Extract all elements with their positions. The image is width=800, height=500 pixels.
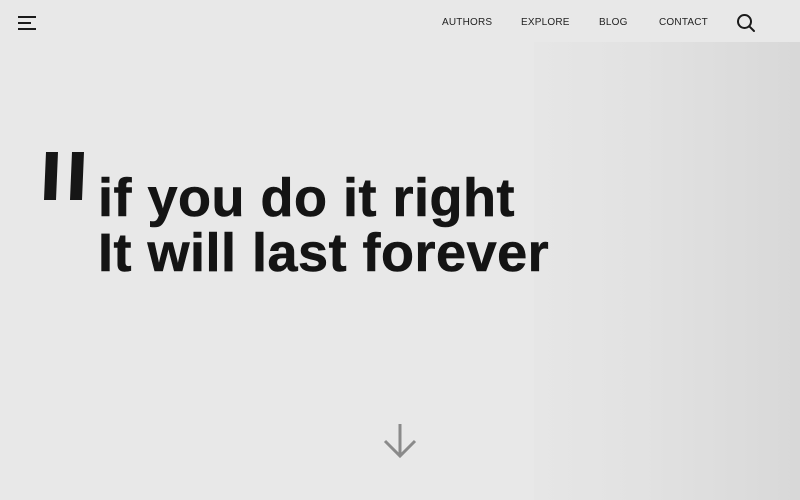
- search-icon[interactable]: [736, 13, 756, 33]
- quote-line-1: if you do it right: [98, 168, 515, 228]
- site-header: AUTHORS EXPLORE BLOG CONTACT: [0, 0, 800, 48]
- hamburger-menu-icon[interactable]: [18, 14, 40, 32]
- nav-link-blog[interactable]: BLOG: [599, 17, 628, 28]
- nav-link-explore[interactable]: EXPLORE: [521, 17, 570, 28]
- nav-link-authors[interactable]: AUTHORS: [442, 17, 492, 28]
- arrow-down-icon[interactable]: [382, 422, 418, 460]
- hero-photo: [534, 42, 800, 500]
- quote-mark-icon: [40, 150, 92, 202]
- nav-link-contact[interactable]: CONTACT: [659, 17, 708, 28]
- quote-line-2: It will last forever: [98, 223, 550, 283]
- landing-page: AUTHORS EXPLORE BLOG CONTACT if you do i…: [0, 0, 800, 500]
